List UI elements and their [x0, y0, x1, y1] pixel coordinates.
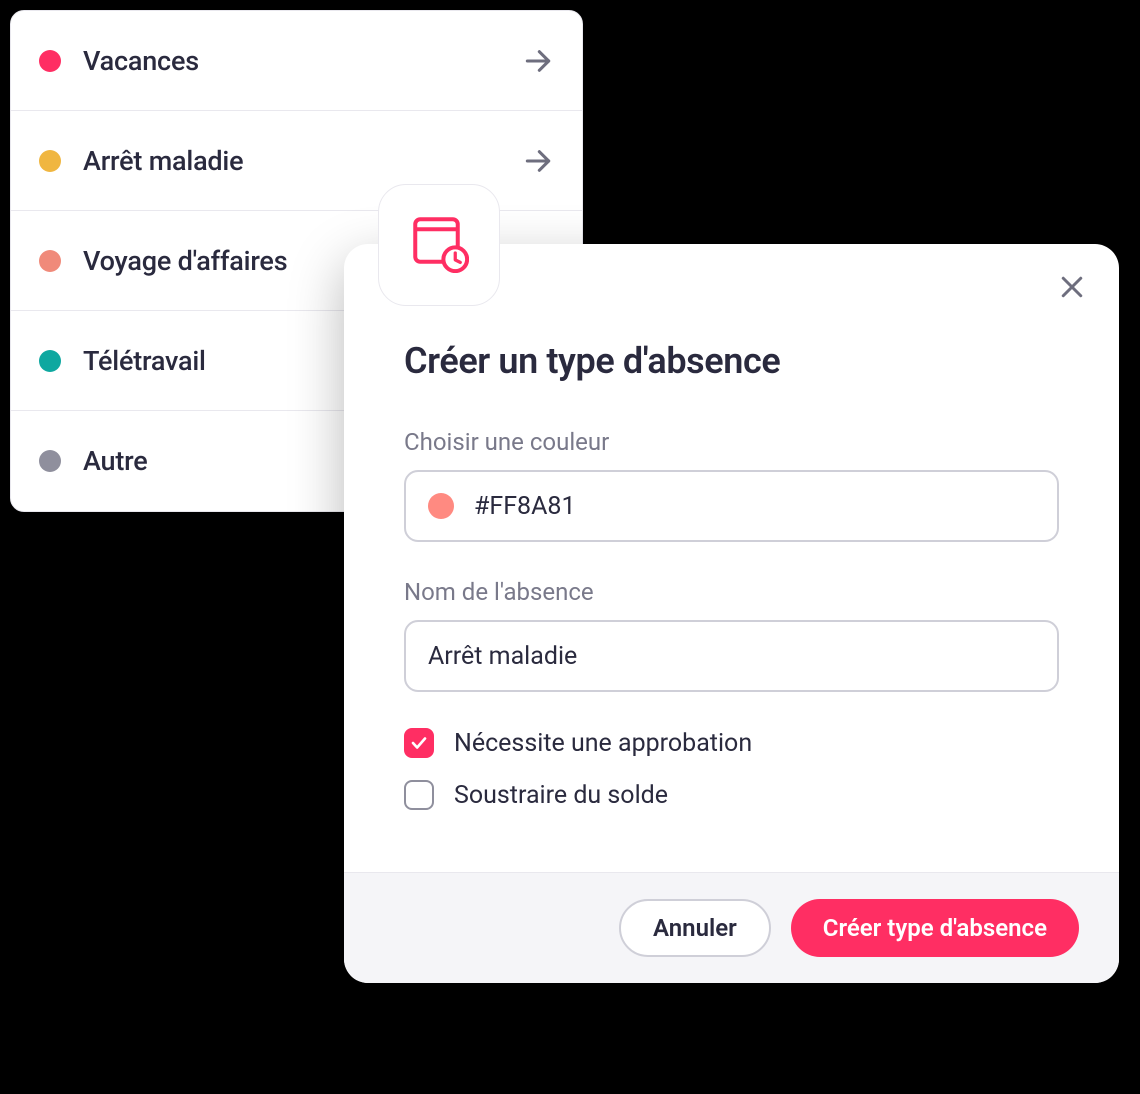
- checkbox-label: Soustraire du solde: [454, 781, 668, 810]
- color-field-label: Choisir une couleur: [404, 428, 1059, 456]
- checkbox-checked-icon: [404, 728, 434, 758]
- modal-header-icon-container: [378, 184, 500, 306]
- list-item-label: Voyage d'affaires: [83, 245, 287, 277]
- list-item-label: Vacances: [83, 45, 199, 77]
- list-item-label: Télétravail: [83, 345, 206, 377]
- modal-footer: Annuler Créer type d'absence: [344, 872, 1119, 983]
- arrow-right-icon: [522, 145, 554, 177]
- list-item-label: Arrêt maladie: [83, 145, 243, 177]
- color-dot: [39, 150, 61, 172]
- name-field: Nom de l'absence: [404, 578, 1059, 692]
- absence-name-input[interactable]: [428, 642, 1035, 671]
- color-hex-value: #FF8A81: [474, 492, 576, 521]
- checkbox-label: Nécessite une approbation: [454, 729, 752, 758]
- requires-approval-checkbox-row[interactable]: Nécessite une approbation: [404, 728, 1059, 758]
- list-row-vacances[interactable]: Vacances: [11, 11, 582, 111]
- list-item-label: Autre: [83, 445, 148, 477]
- arrow-right-icon: [522, 45, 554, 77]
- subtract-balance-checkbox-row[interactable]: Soustraire du solde: [404, 780, 1059, 810]
- checkbox-unchecked-icon: [404, 780, 434, 810]
- color-dot: [39, 350, 61, 372]
- calendar-clock-icon: [409, 213, 469, 277]
- name-input-wrapper: [404, 620, 1059, 692]
- color-dot: [39, 450, 61, 472]
- selected-color-swatch: [428, 493, 454, 519]
- color-dot: [39, 250, 61, 272]
- cancel-button[interactable]: Annuler: [619, 899, 771, 957]
- create-absence-type-modal: Créer un type d'absence Choisir une coul…: [344, 244, 1119, 983]
- name-field-label: Nom de l'absence: [404, 578, 1059, 606]
- color-dot: [39, 50, 61, 72]
- list-row-arret-maladie[interactable]: Arrêt maladie: [11, 111, 582, 211]
- color-picker-input[interactable]: #FF8A81: [404, 470, 1059, 542]
- modal-title: Créer un type d'absence: [404, 340, 1059, 382]
- color-field: Choisir une couleur #FF8A81: [404, 428, 1059, 542]
- create-absence-type-button[interactable]: Créer type d'absence: [791, 899, 1079, 957]
- close-icon[interactable]: [1057, 272, 1087, 306]
